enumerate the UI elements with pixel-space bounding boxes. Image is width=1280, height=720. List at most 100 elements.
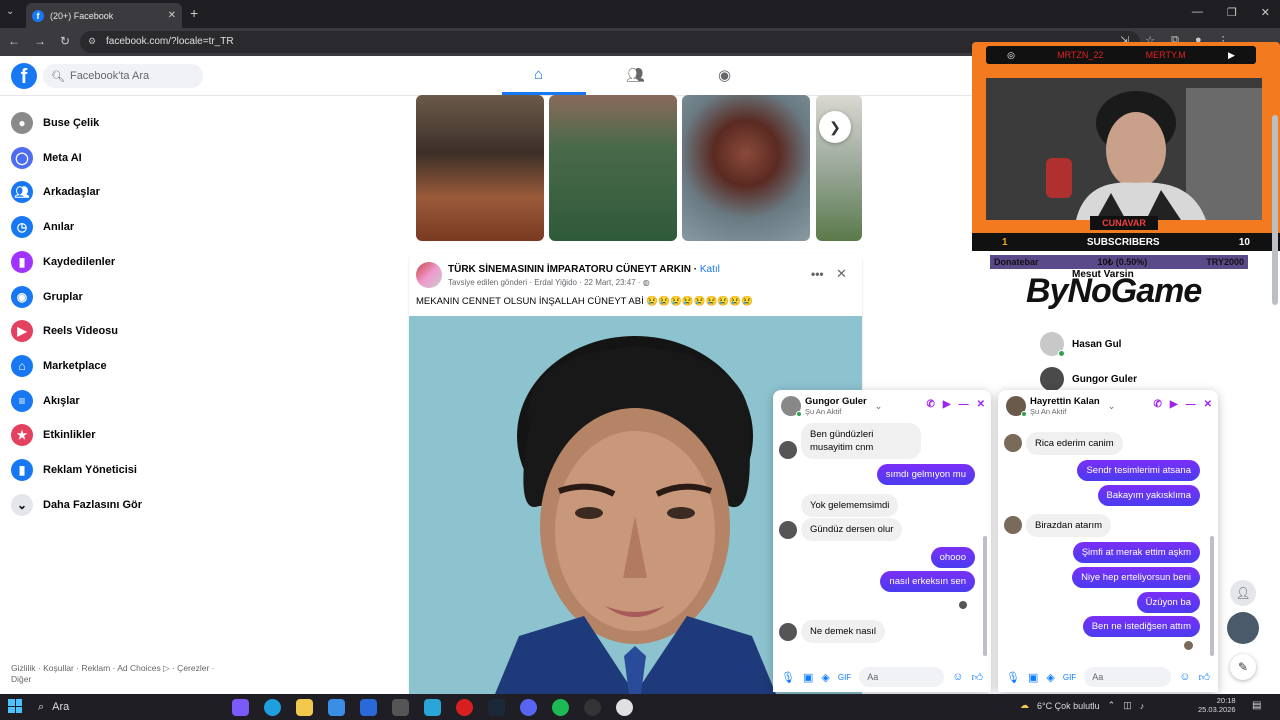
page-name[interactable]: TÜRK SİNEMASININ İMPARATORU CÜNEYT ARKIN xyxy=(448,264,691,275)
emoji-icon[interactable]: ☺ xyxy=(952,671,963,683)
contacts-toggle-icon[interactable]: 👤︎ xyxy=(1230,580,1256,606)
call-icon[interactable]: ✆ xyxy=(1154,399,1162,410)
reload-icon[interactable]: ↻ xyxy=(60,34,70,48)
contact-item[interactable]: Hasan Gul xyxy=(1040,332,1121,357)
windows-start-icon[interactable] xyxy=(8,699,22,713)
minimize-chat-icon[interactable]: — xyxy=(1186,399,1196,410)
photo-icon[interactable]: ▣ xyxy=(1028,671,1038,684)
story-card[interactable] xyxy=(682,95,810,241)
minimize-chat-icon[interactable]: — xyxy=(959,399,969,410)
site-info-icon[interactable]: ⚙ xyxy=(88,36,96,47)
sidebar-item[interactable]: ⌂ Marketplace xyxy=(11,354,107,377)
taskbar-clock[interactable]: 20:18 25.03.2026 xyxy=(1198,696,1236,714)
webcam-feed xyxy=(986,78,1262,220)
edge-icon[interactable] xyxy=(264,699,281,716)
sticker-icon[interactable]: ◈ xyxy=(821,671,829,684)
call-icon[interactable]: ✆ xyxy=(927,399,935,410)
microphone-icon[interactable]: 🎙︎ xyxy=(1006,671,1020,684)
gif-icon[interactable]: GIF xyxy=(838,673,851,682)
copilot-icon[interactable] xyxy=(232,699,249,716)
message-input[interactable]: Aa xyxy=(1084,667,1172,687)
microphone-icon[interactable]: 🎙︎ xyxy=(781,671,795,684)
new-tab-button[interactable]: + xyxy=(190,5,198,21)
sidebar-item[interactable]: ▶ Reels Videosu xyxy=(11,320,118,343)
chat-header[interactable]: Hayrettin Kalan Şu An Aktif ⌄ ✆ ▶ — ✕ xyxy=(998,390,1218,422)
home-icon[interactable]: ⌂ xyxy=(534,66,543,83)
chat-scrollbar[interactable] xyxy=(1210,426,1214,656)
sticker-icon[interactable]: ◈ xyxy=(1046,671,1054,684)
more-options-icon[interactable]: ••• xyxy=(811,267,824,281)
minimize-icon[interactable]: — xyxy=(1192,6,1203,19)
security-icon[interactable] xyxy=(392,699,409,716)
scrollbar-thumb[interactable] xyxy=(1272,115,1278,305)
groups-nav-icon[interactable]: ◉ xyxy=(718,66,731,84)
chat-scrollbar[interactable] xyxy=(983,426,987,656)
tray-chevron-icon[interactable]: ⌃ xyxy=(1108,700,1116,711)
close-chat-icon[interactable]: ✕ xyxy=(1204,399,1212,410)
sidebar-item[interactable]: ▮ Reklam Yöneticisi xyxy=(11,459,137,481)
search-input[interactable]: 🔍︎ Facebook'ta Ara xyxy=(43,64,203,88)
browser-tab[interactable]: f (20+) Facebook ✕ xyxy=(26,3,182,28)
story-card[interactable] xyxy=(416,95,544,241)
sidebar-item[interactable]: ≡ Akışlar xyxy=(11,389,80,412)
window-controls: — ❐ ✕ xyxy=(1192,6,1270,19)
chat-header[interactable]: Gungor Guler Şu An Aktif ⌄ ✆ ▶ — ✕ xyxy=(773,390,991,422)
sidebar-item[interactable]: ⌄ Daha Fazlasını Gör xyxy=(11,493,142,516)
sidebar-item[interactable]: 👥︎ Arkadaşlar xyxy=(11,181,100,204)
video-call-icon[interactable]: ▶ xyxy=(1170,399,1178,410)
file-explorer-icon[interactable] xyxy=(296,699,313,716)
weather-text[interactable]: 6°C Çok bulutlu xyxy=(1037,701,1100,711)
friends-nav-icon[interactable]: 👥︎ xyxy=(626,66,645,84)
close-chat-icon[interactable]: ✕ xyxy=(977,399,985,410)
sidebar-item[interactable]: ▮ Kaydedilenler xyxy=(11,250,115,273)
story-card[interactable] xyxy=(549,95,677,241)
sidebar-item[interactable]: ◯ Meta AI xyxy=(11,146,82,169)
chevron-down-icon[interactable]: ⌄ xyxy=(875,401,883,412)
opera-icon[interactable] xyxy=(456,699,473,716)
chat-scroll-thumb[interactable] xyxy=(983,536,987,656)
notifications-icon[interactable]: ▤ xyxy=(1252,700,1261,711)
sidebar-item[interactable]: ★ Etkinlikler xyxy=(11,424,96,447)
contact-item[interactable]: Mesut Varsin xyxy=(1040,262,1134,286)
close-tab-icon[interactable]: ✕ xyxy=(168,10,176,21)
page-avatar[interactable] xyxy=(416,262,442,288)
hide-post-icon[interactable]: ✕ xyxy=(836,266,847,282)
network-icon[interactable]: ◫ xyxy=(1123,700,1132,711)
emoji-icon[interactable]: ☺ xyxy=(1179,671,1190,683)
taskbar-search[interactable]: ⌕ Ara xyxy=(38,701,69,714)
outlook-icon[interactable] xyxy=(360,699,377,716)
stories-next-button[interactable]: ❯ xyxy=(819,111,851,143)
facebook-logo-icon[interactable]: f xyxy=(11,63,37,89)
close-window-icon[interactable]: ✕ xyxy=(1261,6,1270,19)
forward-icon[interactable]: → xyxy=(34,34,46,48)
footer-links[interactable]: Gizlilik · Koşullar · Reklam · Ad Choice… xyxy=(11,663,231,685)
minimized-chat-avatar[interactable] xyxy=(1227,612,1259,644)
video-call-icon[interactable]: ▶ xyxy=(943,399,951,410)
store-icon[interactable] xyxy=(328,699,345,716)
chat-scroll-thumb[interactable] xyxy=(1210,536,1214,656)
app-icon[interactable] xyxy=(424,699,441,716)
spotify-icon[interactable] xyxy=(552,699,569,716)
new-message-icon[interactable]: ✎ xyxy=(1230,654,1256,680)
page-scrollbar[interactable] xyxy=(1272,95,1278,305)
discord-icon[interactable] xyxy=(520,699,537,716)
steam-icon[interactable] xyxy=(488,699,505,716)
volume-icon[interactable]: ♪ xyxy=(1140,701,1145,711)
chevron-down-icon[interactable]: ⌄ xyxy=(1108,401,1116,412)
photo-icon[interactable]: ▣ xyxy=(803,671,813,684)
obs-icon[interactable] xyxy=(584,699,601,716)
like-icon[interactable]: 👍︎ xyxy=(1199,671,1211,684)
gif-icon[interactable]: GIF xyxy=(1063,673,1076,682)
contact-item[interactable]: Gungor Guler xyxy=(1040,367,1137,391)
sidebar-item[interactable]: ● Buse Çelik xyxy=(11,112,99,134)
message-input[interactable]: Aa xyxy=(859,667,945,687)
sidebar-item[interactable]: ◷ Anılar xyxy=(11,216,74,239)
weather-icon[interactable]: ☁ xyxy=(1020,700,1029,711)
maximize-icon[interactable]: ❐ xyxy=(1227,6,1237,19)
back-icon[interactable]: ← xyxy=(8,34,20,48)
join-button[interactable]: Katıl xyxy=(700,264,720,275)
chrome-icon[interactable] xyxy=(616,699,633,716)
sidebar-item[interactable]: ◉ Gruplar xyxy=(11,285,83,308)
tab-list-button[interactable]: ⌄ xyxy=(6,6,14,17)
like-icon[interactable]: 👍︎ xyxy=(972,671,984,684)
